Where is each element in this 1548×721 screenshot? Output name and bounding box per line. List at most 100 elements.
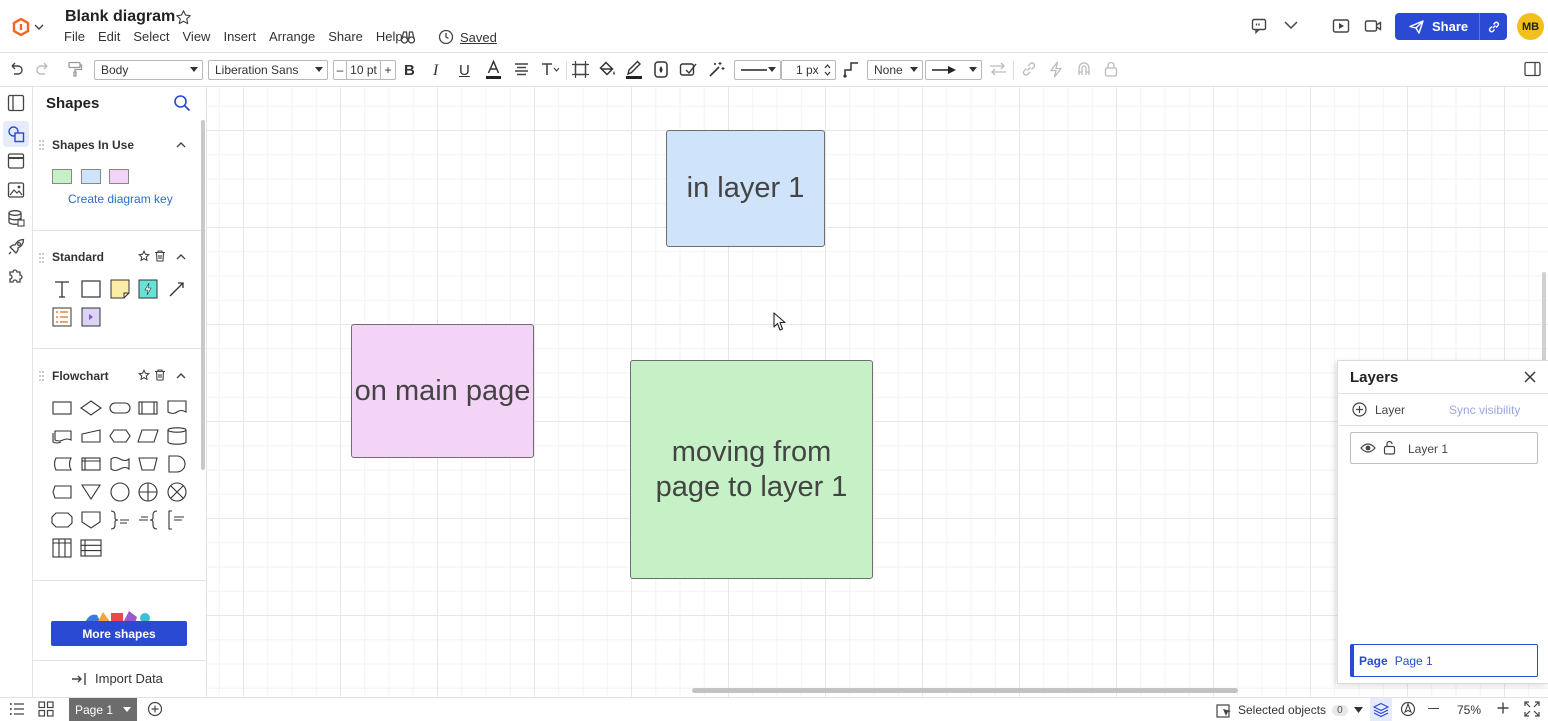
zoom-level[interactable]: 75%	[1457, 703, 1481, 717]
sync-visibility-button[interactable]: Sync visibility	[1449, 403, 1520, 417]
shape-in-layer-1[interactable]: in layer 1	[666, 130, 825, 247]
chevron-up-icon[interactable]	[176, 372, 186, 379]
document-title[interactable]: Blank diagram	[65, 8, 175, 26]
shape-merge-icon[interactable]	[80, 481, 102, 503]
bold-icon[interactable]: B	[404, 62, 415, 79]
page-list-icon[interactable]	[9, 702, 25, 716]
menu-arrange[interactable]: Arrange	[269, 29, 315, 44]
shape-preparation-icon[interactable]	[109, 425, 131, 447]
shape-swimlane-horizontal-icon[interactable]	[80, 537, 102, 559]
shape-loop-limit-icon[interactable]	[51, 509, 73, 531]
search-icon[interactable]	[173, 94, 191, 112]
selected-objects-control[interactable]: Selected objects 0	[1216, 702, 1363, 718]
opacity-icon[interactable]	[654, 61, 668, 78]
shape-delay-icon[interactable]	[166, 453, 188, 475]
shape-process-icon[interactable]	[51, 397, 73, 419]
magic-wand-icon[interactable]	[708, 61, 726, 78]
user-avatar[interactable]: MB	[1517, 13, 1544, 40]
page-grid-icon[interactable]	[38, 701, 54, 717]
app-logo-menu[interactable]	[12, 16, 48, 38]
import-data-button[interactable]: Import Data	[71, 671, 163, 686]
italic-icon[interactable]: I	[433, 62, 438, 80]
favorite-star-icon[interactable]	[175, 9, 192, 26]
undo-icon[interactable]	[8, 62, 24, 76]
close-icon[interactable]	[1524, 371, 1536, 383]
present-icon[interactable]	[1332, 18, 1350, 34]
shadow-style-icon[interactable]	[679, 61, 698, 78]
add-layer-button[interactable]: Layer	[1352, 402, 1405, 417]
page-tab[interactable]: Page 1	[69, 698, 137, 721]
shapes-panel-icon[interactable]	[3, 121, 29, 147]
data-icon[interactable]	[6, 208, 26, 228]
shape-on-main-page[interactable]: on main page	[351, 324, 534, 458]
canvas-horizontal-scrollbar[interactable]	[692, 688, 1238, 693]
chevron-up-icon[interactable]	[176, 141, 186, 148]
fit-to-screen-icon[interactable]	[1524, 701, 1540, 717]
shape-action-icon[interactable]	[137, 278, 159, 300]
shape-off-page-icon[interactable]	[80, 509, 102, 531]
menu-share[interactable]: Share	[328, 29, 363, 44]
favorite-star-icon[interactable]	[138, 250, 150, 262]
shape-data-icon[interactable]	[137, 425, 159, 447]
shape-moving-to-layer[interactable]: moving from page to layer 1	[630, 360, 873, 579]
trash-icon[interactable]	[154, 250, 166, 262]
arrow-end-select[interactable]	[925, 60, 982, 80]
layer-name[interactable]: Layer 1	[1408, 442, 1448, 456]
shape-terminator-icon[interactable]	[109, 397, 131, 419]
fill-color-icon[interactable]	[599, 61, 616, 78]
shape-swimlane-vertical-icon[interactable]	[51, 537, 73, 559]
favorite-star-icon[interactable]	[138, 369, 150, 381]
menu-insert[interactable]: Insert	[223, 29, 256, 44]
line-color-icon[interactable]	[626, 59, 642, 80]
drag-handle-icon[interactable]	[39, 253, 44, 263]
font-size-value[interactable]: 10 pt	[347, 63, 380, 77]
eye-icon[interactable]	[1360, 442, 1376, 454]
align-icon[interactable]	[514, 62, 529, 76]
shape-text-icon[interactable]	[51, 278, 73, 300]
shape-line-icon[interactable]	[166, 278, 188, 300]
layer-row[interactable]: Layer 1	[1350, 432, 1538, 464]
section-standard-title[interactable]: Standard	[52, 250, 104, 264]
shape-list-icon[interactable]	[51, 306, 73, 328]
right-panel-toggle-icon[interactable]	[1524, 61, 1541, 77]
shape-or-icon[interactable]	[137, 481, 159, 503]
swap-arrows-icon[interactable]	[989, 62, 1007, 76]
shape-predefined-process-icon[interactable]	[137, 397, 159, 419]
shape-manual-input-icon[interactable]	[80, 425, 102, 447]
shapes-scrollbar[interactable]	[201, 120, 205, 470]
unlock-icon[interactable]	[1383, 440, 1396, 455]
line-style-select[interactable]	[734, 60, 781, 80]
underline-icon[interactable]: U	[459, 62, 470, 79]
zoom-in-icon[interactable]	[1497, 702, 1509, 714]
shape-database-icon[interactable]	[166, 425, 188, 447]
zoom-out-icon[interactable]	[1428, 708, 1439, 710]
share-button[interactable]: Share	[1395, 13, 1507, 40]
section-shapes-in-use-title[interactable]: Shapes In Use	[52, 138, 134, 152]
shape-embed-icon[interactable]	[80, 306, 102, 328]
integrations-rocket-icon[interactable]	[6, 237, 26, 257]
magnet-icon[interactable]	[1076, 61, 1092, 77]
format-painter-icon[interactable]	[67, 61, 83, 77]
save-status[interactable]: Saved	[438, 29, 497, 45]
font-size-stepper[interactable]: – 10 pt +	[333, 60, 396, 80]
templates-icon[interactable]	[6, 151, 26, 171]
shape-annotation-left-icon[interactable]	[137, 509, 159, 531]
create-diagram-key-link[interactable]: Create diagram key	[68, 192, 173, 206]
action-lightning-icon[interactable]	[1049, 61, 1063, 78]
layers-toggle-icon[interactable]	[1370, 698, 1392, 721]
menu-edit[interactable]: Edit	[98, 29, 120, 44]
shape-options-icon[interactable]	[572, 61, 589, 78]
drag-handle-icon[interactable]	[39, 140, 44, 150]
shape-rectangle-icon[interactable]	[80, 278, 102, 300]
section-flowchart-title[interactable]: Flowchart	[52, 369, 109, 383]
line-shape-icon[interactable]	[843, 61, 860, 78]
shape-internal-storage-icon[interactable]	[80, 453, 102, 475]
trash-icon[interactable]	[154, 369, 166, 381]
shape-summing-junction-icon[interactable]	[166, 481, 188, 503]
menu-file[interactable]: File	[64, 29, 85, 44]
font-family-select[interactable]: Liberation Sans	[208, 60, 328, 80]
comment-icon[interactable]	[1251, 18, 1267, 34]
shape-connector-icon[interactable]	[109, 481, 131, 503]
copy-link-button[interactable]	[1479, 13, 1507, 40]
navigate-compass-icon[interactable]	[1400, 701, 1416, 717]
